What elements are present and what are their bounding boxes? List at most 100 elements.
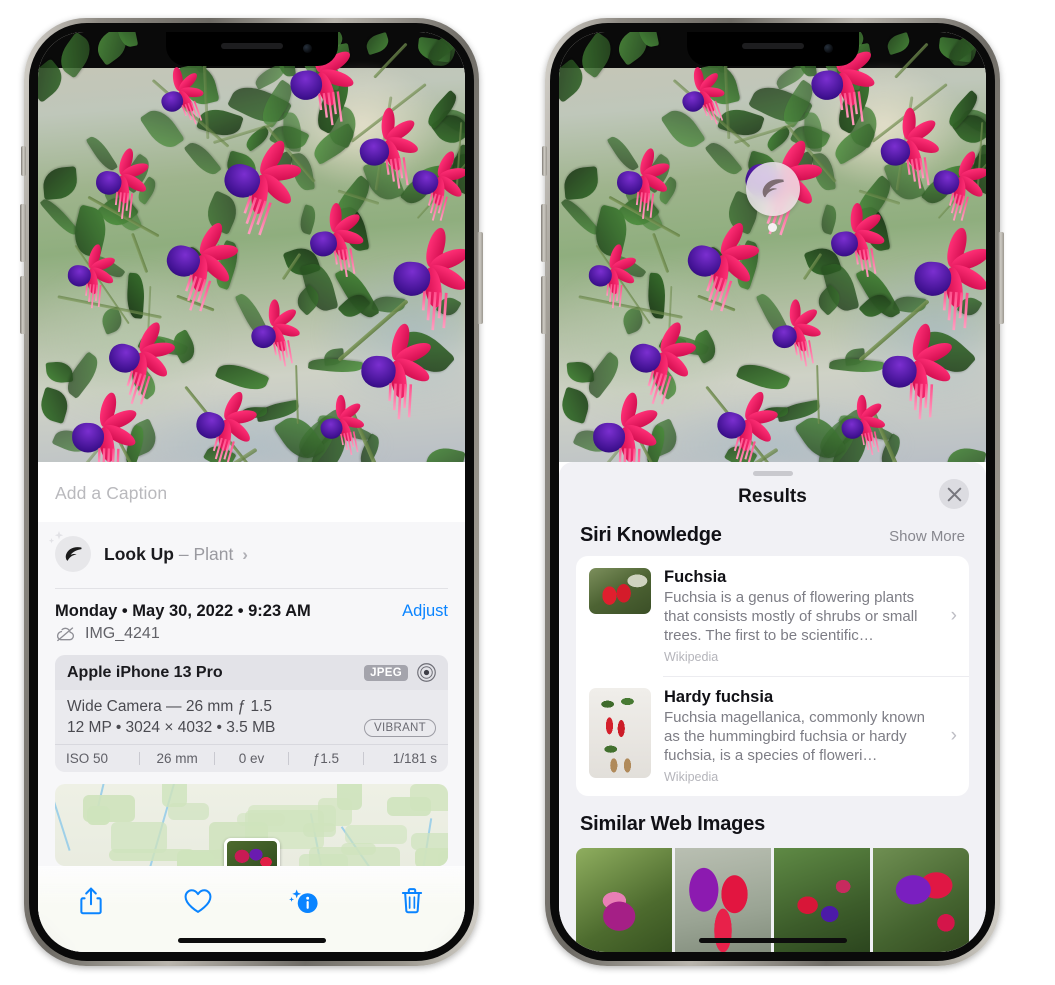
photo-viewer[interactable] bbox=[559, 32, 986, 462]
format-badge: JPEG bbox=[364, 664, 408, 681]
share-icon bbox=[80, 887, 103, 915]
leaf-icon bbox=[762, 179, 784, 198]
filename-row: IMG_4241 bbox=[38, 621, 465, 655]
thumbnail-art bbox=[774, 848, 870, 952]
notch bbox=[165, 32, 338, 66]
card-source: Wikipedia bbox=[664, 770, 719, 785]
info-sparkle-icon bbox=[288, 889, 318, 914]
map-area bbox=[309, 846, 400, 866]
power-button[interactable] bbox=[998, 232, 1004, 324]
volume-down-button[interactable] bbox=[541, 276, 547, 334]
screenshot-root: Add a Caption Look Up – Plant › Monday •… bbox=[0, 0, 1055, 985]
close-icon bbox=[947, 487, 961, 501]
info-button[interactable] bbox=[282, 880, 328, 922]
exif-card[interactable]: Apple iPhone 13 Pro JPEG Wide Camera — 2… bbox=[55, 655, 448, 772]
caption-input[interactable]: Add a Caption bbox=[38, 462, 465, 524]
specs-row: 12 MP • 3024 × 4032 • 3.5 MB VIBRANT bbox=[67, 719, 436, 737]
right-phone: Results Siri Knowledge Show More Fuchsia… bbox=[541, 18, 1004, 966]
similar-image-thumbnail[interactable] bbox=[576, 848, 672, 952]
map-area bbox=[345, 825, 407, 845]
adjust-button[interactable]: Adjust bbox=[402, 602, 448, 621]
map-photo-pin[interactable] bbox=[223, 838, 280, 866]
chevron-right-icon: › bbox=[950, 725, 957, 747]
right-screen: Results Siri Knowledge Show More Fuchsia… bbox=[559, 32, 986, 952]
map-area bbox=[87, 806, 110, 826]
look-up-dash: – bbox=[178, 543, 189, 564]
look-up-subject: Plant bbox=[193, 543, 234, 564]
map-area bbox=[247, 805, 337, 833]
front-camera-icon bbox=[302, 44, 312, 53]
show-more-button[interactable]: Show More bbox=[889, 528, 965, 545]
badge-anchor-dot bbox=[768, 223, 777, 232]
photo-foliage bbox=[559, 32, 986, 462]
look-up-label: Look Up – Plant › bbox=[104, 544, 248, 565]
share-button[interactable] bbox=[68, 880, 114, 922]
home-indicator[interactable] bbox=[177, 938, 326, 943]
lens-info: Wide Camera — 26 mm ƒ 1.5 bbox=[67, 698, 273, 715]
thumbnail-art bbox=[675, 848, 771, 952]
mute-switch[interactable] bbox=[542, 146, 547, 176]
card-title: Fuchsia bbox=[664, 568, 727, 586]
volume-down-button[interactable] bbox=[20, 276, 26, 334]
favorite-button[interactable] bbox=[175, 880, 221, 922]
style-badge: VIBRANT bbox=[364, 719, 436, 737]
similar-images-row bbox=[576, 848, 969, 952]
results-sheet: Results Siri Knowledge Show More Fuchsia… bbox=[559, 462, 986, 952]
image-specs: 12 MP • 3024 × 4032 • 3.5 MB bbox=[67, 719, 276, 736]
exif-header-right: JPEG bbox=[364, 662, 437, 683]
mute-switch[interactable] bbox=[21, 146, 26, 176]
front-camera-icon bbox=[823, 44, 833, 53]
card-body: Fuchsia Fuchsia is a genus of flowering p… bbox=[664, 568, 956, 664]
similar-images-title: Similar Web Images bbox=[580, 813, 765, 836]
knowledge-card[interactable]: Fuchsia Fuchsia is a genus of flowering p… bbox=[576, 556, 969, 676]
card-description: Fuchsia magellanica, commonly known as t… bbox=[664, 709, 925, 765]
exif-setting: 26 mm bbox=[156, 751, 198, 766]
volume-up-button[interactable] bbox=[541, 204, 547, 262]
aperture-icon bbox=[417, 663, 436, 682]
photo-foliage bbox=[38, 32, 465, 462]
thumbnail-art bbox=[576, 848, 672, 952]
look-up-row[interactable]: Look Up – Plant › bbox=[38, 522, 465, 588]
delete-button[interactable] bbox=[389, 880, 435, 922]
results-header: Results bbox=[559, 476, 986, 518]
map-road bbox=[55, 795, 71, 851]
photo-date: Monday • May 30, 2022 • 9:23 AM bbox=[55, 602, 311, 620]
card-body: Hardy fuchsia Fuchsia magellanica, common… bbox=[664, 688, 956, 784]
left-phone: Add a Caption Look Up – Plant › Monday •… bbox=[20, 18, 483, 966]
card-description: Fuchsia is a genus of flowering plants t… bbox=[664, 589, 918, 645]
chevron-right-icon: › bbox=[950, 605, 957, 627]
location-map[interactable] bbox=[55, 784, 448, 866]
similar-image-thumbnail[interactable] bbox=[675, 848, 771, 952]
exif-setting: ƒ1.5 bbox=[312, 751, 340, 766]
similar-image-thumbnail[interactable] bbox=[774, 848, 870, 952]
notch bbox=[686, 32, 859, 66]
results-title: Results bbox=[738, 486, 807, 507]
exif-setting: 0 ev bbox=[238, 751, 265, 766]
photo-viewer[interactable] bbox=[38, 32, 465, 462]
map-area bbox=[437, 850, 448, 866]
exif-header: Apple iPhone 13 Pro JPEG bbox=[55, 655, 448, 690]
look-up-title: Look Up bbox=[104, 543, 174, 564]
thumbnail-art bbox=[873, 848, 969, 952]
similar-images-header: Similar Web Images bbox=[559, 796, 986, 836]
date-row: Monday • May 30, 2022 • 9:23 AM Adjust bbox=[38, 589, 465, 621]
knowledge-card[interactable]: Hardy fuchsia Fuchsia magellanica, common… bbox=[576, 676, 969, 796]
device-name: Apple iPhone 13 Pro bbox=[67, 663, 223, 681]
volume-up-button[interactable] bbox=[20, 204, 26, 262]
home-indicator[interactable] bbox=[698, 938, 847, 943]
map-area bbox=[386, 797, 432, 816]
exif-settings-row: ISO 50 26 mm 0 ev ƒ1.5 1/181 s bbox=[55, 744, 448, 772]
sparkles-icon bbox=[48, 531, 64, 544]
siri-knowledge-list: Fuchsia Fuchsia is a genus of flowering p… bbox=[576, 556, 969, 797]
close-button[interactable] bbox=[939, 479, 969, 509]
map-area bbox=[108, 848, 195, 862]
power-button[interactable] bbox=[477, 232, 483, 324]
map-area bbox=[337, 784, 363, 810]
visual-lookup-badge[interactable] bbox=[745, 162, 800, 232]
earpiece-speaker bbox=[741, 43, 804, 49]
card-source: Wikipedia bbox=[664, 650, 719, 665]
chevron-right-icon: › bbox=[242, 544, 248, 564]
cloud-slash-icon bbox=[56, 627, 75, 642]
card-thumbnail bbox=[589, 568, 651, 614]
similar-image-thumbnail[interactable] bbox=[873, 848, 969, 952]
